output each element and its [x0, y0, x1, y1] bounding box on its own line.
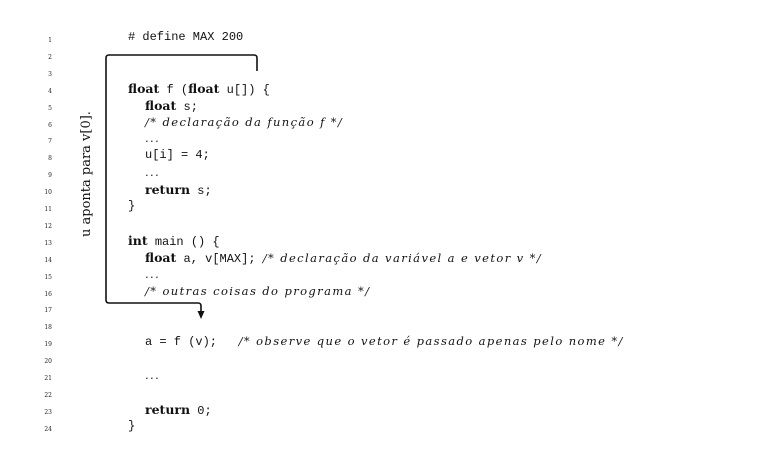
code-text: s; — [176, 99, 198, 114]
comment: ... — [145, 266, 161, 281]
line-number: 7 — [48, 138, 52, 146]
code-line: ... — [145, 368, 160, 383]
line-number: 16 — [44, 290, 52, 298]
line-number: 3 — [48, 70, 52, 78]
line-number: 17 — [44, 307, 52, 315]
keyword: return — [145, 401, 191, 417]
keyword: int — [128, 232, 148, 248]
comment: ... — [145, 368, 161, 382]
line-number: 23 — [44, 408, 52, 416]
code-line: /* outras coisas do programa */ — [145, 284, 370, 299]
code-line: a = f (v); /* observe que o vetor é pass… — [145, 334, 624, 349]
code-line: u[i] = 4; — [145, 148, 210, 162]
code-text: a, v[MAX]; — [176, 251, 263, 266]
code-line: ... — [145, 131, 160, 146]
line-number: 1 — [48, 37, 52, 44]
code-line: return s; — [145, 182, 212, 198]
code-text: 0; — [190, 403, 212, 418]
code-line: } — [128, 199, 135, 213]
line-number: 14 — [44, 256, 52, 264]
keyword: float — [128, 80, 160, 96]
comment: /* outras coisas do programa */ — [145, 283, 371, 298]
line-number: 6 — [48, 121, 52, 129]
code-text: f ( — [159, 82, 189, 97]
line-number: 22 — [44, 391, 52, 399]
pointer-annotation: u aponta para v[0]. — [79, 111, 94, 237]
code-line: float f (float u[]) { — [128, 81, 270, 97]
line-number: 19 — [44, 341, 52, 349]
code-text: u[]) { — [219, 82, 270, 97]
line-number: 20 — [44, 358, 52, 366]
line-number: 15 — [44, 273, 52, 281]
code-line: ... — [145, 267, 160, 282]
code-text: a = f (v); — [145, 335, 239, 350]
line-number: 24 — [44, 425, 52, 433]
keyword: return — [145, 182, 191, 198]
line-number: 10 — [44, 189, 52, 197]
code-text: main () { — [147, 234, 220, 249]
code-text: } — [128, 199, 136, 213]
code-line: float s; — [145, 98, 198, 114]
keyword: float — [145, 249, 177, 265]
line-number: 9 — [48, 172, 52, 180]
code-line: } — [128, 419, 135, 433]
pointer-arrow-head — [197, 311, 205, 319]
code-line: # define MAX 200 — [128, 30, 243, 44]
keyword: float — [188, 80, 220, 96]
pointer-arrow — [105, 54, 258, 319]
comment: ... — [145, 131, 161, 146]
comment: /* declaração da variável a e vetor v */ — [262, 250, 543, 265]
code-text: } — [128, 418, 136, 433]
line-number: 12 — [44, 222, 52, 230]
comment: ... — [145, 165, 161, 180]
line-number: 2 — [48, 53, 52, 61]
code-text: u[i] = 4; — [145, 148, 210, 163]
code-line: float a, v[MAX]; /* declaração da variáv… — [145, 250, 542, 266]
keyword: float — [145, 97, 177, 113]
line-number: 11 — [44, 206, 52, 213]
line-number: 5 — [48, 104, 52, 112]
comment: /* observe que o vetor é passado apenas … — [238, 334, 624, 349]
line-number: 18 — [44, 324, 52, 332]
code-text: s; — [190, 184, 212, 199]
code-line: int main () { — [128, 233, 220, 249]
code-line: return 0; — [145, 402, 212, 418]
code-text: # define MAX 200 — [128, 30, 244, 44]
line-number: 4 — [48, 87, 52, 95]
line-number: 21 — [44, 375, 52, 382]
code-listing: u aponta para v[0]. 1 # define MAX 200 2 3 4… — [0, 0, 762, 462]
line-number: 13 — [44, 239, 52, 247]
code-line: ... — [145, 165, 160, 180]
line-number: 8 — [48, 155, 52, 163]
code-line: /* declaração da função f */ — [145, 115, 343, 130]
comment: /* declaração da função f */ — [145, 114, 344, 129]
